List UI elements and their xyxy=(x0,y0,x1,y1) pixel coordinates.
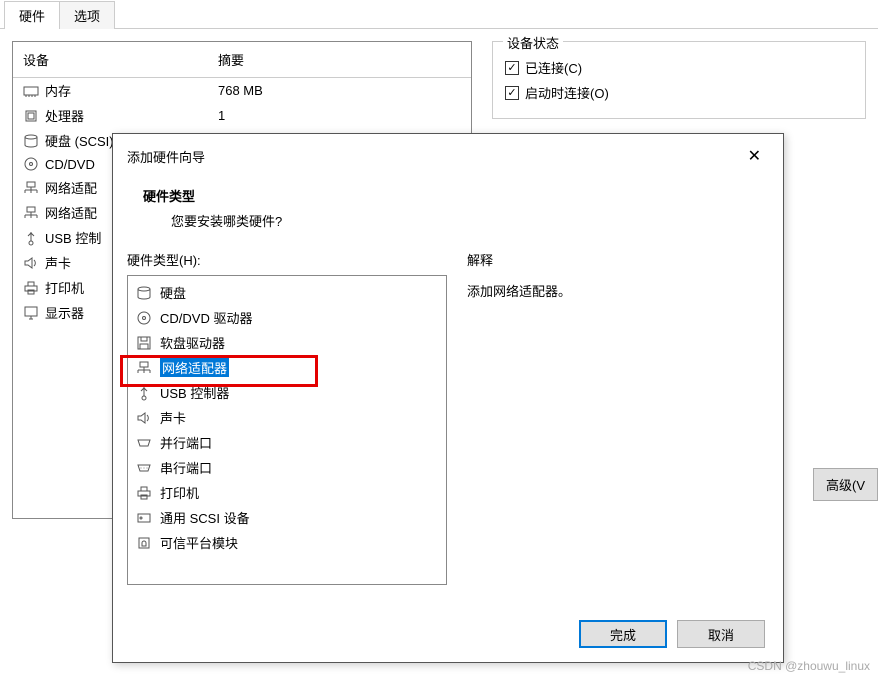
col-device-header: 设备 xyxy=(23,50,218,69)
dialog-buttons: 完成 取消 xyxy=(579,620,765,648)
disk-icon xyxy=(136,285,152,301)
dialog-title: 添加硬件向导 xyxy=(127,147,205,166)
dialog-titlebar: 添加硬件向导 ✕ xyxy=(113,134,783,172)
hw-item-label: 串行端口 xyxy=(160,458,212,477)
usb-icon xyxy=(136,385,152,401)
checkbox-icon: ✓ xyxy=(505,61,519,75)
cd-icon xyxy=(136,310,152,326)
network-icon xyxy=(136,360,152,376)
advanced-button[interactable]: 高级(V xyxy=(813,468,878,501)
tab-options[interactable]: 选项 xyxy=(59,1,115,29)
finish-button[interactable]: 完成 xyxy=(579,620,667,648)
dialog-header: 硬件类型 您要安装哪类硬件? xyxy=(113,172,783,250)
hw-item-label: 可信平台模块 xyxy=(160,533,238,552)
sound-icon xyxy=(23,255,39,271)
parallel-port-icon xyxy=(136,435,152,451)
cpu-icon xyxy=(23,108,39,124)
device-label: 网络适配 xyxy=(45,203,97,222)
device-label: 内存 xyxy=(45,81,71,100)
device-summary: 1 xyxy=(218,108,461,123)
device-label: 声卡 xyxy=(45,253,71,272)
device-label: 网络适配 xyxy=(45,178,97,197)
hw-item-floppy[interactable]: 软盘驱动器 xyxy=(128,330,446,355)
hardware-type-column: 硬件类型(H): 硬盘 CD/DVD 驱动器 软盘驱动器 网络适配器 USB 控… xyxy=(127,250,447,585)
col-summary-header: 摘要 xyxy=(218,50,461,69)
hw-item-disk[interactable]: 硬盘 xyxy=(128,280,446,305)
hw-item-label: CD/DVD 驱动器 xyxy=(160,308,252,327)
device-header: 设备 摘要 xyxy=(13,42,471,78)
hw-item-scsi[interactable]: 通用 SCSI 设备 xyxy=(128,505,446,530)
tab-hardware[interactable]: 硬件 xyxy=(4,1,60,29)
hw-item-label: 网络适配器 xyxy=(160,358,229,377)
hw-item-cd[interactable]: CD/DVD 驱动器 xyxy=(128,305,446,330)
dialog-body: 硬件类型(H): 硬盘 CD/DVD 驱动器 软盘驱动器 网络适配器 USB 控… xyxy=(113,250,783,585)
device-label: 显示器 xyxy=(45,303,84,322)
device-label: 打印机 xyxy=(45,278,84,297)
add-hardware-wizard-dialog: 添加硬件向导 ✕ 硬件类型 您要安装哪类硬件? 硬件类型(H): 硬盘 CD/D… xyxy=(112,133,784,663)
hw-item-label: 软盘驱动器 xyxy=(160,333,225,352)
checkbox-label: 已连接(C) xyxy=(525,58,582,77)
hw-item-parallel[interactable]: 并行端口 xyxy=(128,430,446,455)
tabs-bar: 硬件 选项 xyxy=(0,0,878,29)
device-label: CD/DVD xyxy=(45,157,95,172)
device-summary: 768 MB xyxy=(218,83,461,98)
hw-item-tpm[interactable]: 可信平台模块 xyxy=(128,530,446,555)
hw-item-network[interactable]: 网络适配器 xyxy=(128,355,446,380)
network-icon xyxy=(23,180,39,196)
device-row[interactable]: 内存 768 MB xyxy=(13,78,471,103)
checkbox-label: 启动时连接(O) xyxy=(525,83,609,102)
device-label: USB 控制 xyxy=(45,228,101,247)
device-label: 硬盘 (SCSI) xyxy=(45,131,114,150)
device-label: 处理器 xyxy=(45,106,84,125)
display-icon xyxy=(23,305,39,321)
explanation-text: 添加网络适配器。 xyxy=(467,281,769,300)
cancel-button[interactable]: 取消 xyxy=(677,620,765,648)
explanation-column: 解释 添加网络适配器。 xyxy=(467,250,769,585)
connected-checkbox-row[interactable]: ✓ 已连接(C) xyxy=(505,58,853,77)
usb-icon xyxy=(23,230,39,246)
cd-icon xyxy=(23,156,39,172)
hw-item-label: 并行端口 xyxy=(160,433,212,452)
hardware-type-list[interactable]: 硬盘 CD/DVD 驱动器 软盘驱动器 网络适配器 USB 控制器 声卡 并行端… xyxy=(127,275,447,585)
printer-icon xyxy=(136,485,152,501)
tpm-icon xyxy=(136,535,152,551)
memory-icon xyxy=(23,83,39,99)
sound-icon xyxy=(136,410,152,426)
hw-item-label: 通用 SCSI 设备 xyxy=(160,508,250,527)
device-row[interactable]: 处理器 1 xyxy=(13,103,471,128)
explanation-label: 解释 xyxy=(467,250,769,269)
hw-item-usb[interactable]: USB 控制器 xyxy=(128,380,446,405)
hw-item-label: 声卡 xyxy=(160,408,186,427)
close-icon[interactable]: ✕ xyxy=(740,144,769,168)
hw-item-label: 打印机 xyxy=(160,483,199,502)
watermark: CSDN @zhouwu_linux xyxy=(748,659,870,673)
printer-icon xyxy=(23,280,39,296)
checkbox-icon: ✓ xyxy=(505,86,519,100)
dialog-heading: 硬件类型 xyxy=(143,186,753,205)
hw-item-sound[interactable]: 声卡 xyxy=(128,405,446,430)
network-icon xyxy=(23,205,39,221)
disk-icon xyxy=(23,133,39,149)
connect-on-start-checkbox-row[interactable]: ✓ 启动时连接(O) xyxy=(505,83,853,102)
hw-item-label: USB 控制器 xyxy=(160,383,229,402)
dialog-subheading: 您要安装哪类硬件? xyxy=(171,211,753,230)
scsi-icon xyxy=(136,510,152,526)
group-title: 设备状态 xyxy=(503,33,563,52)
floppy-icon xyxy=(136,335,152,351)
device-status-group: 设备状态 ✓ 已连接(C) ✓ 启动时连接(O) xyxy=(492,41,866,119)
serial-port-icon xyxy=(136,460,152,476)
hardware-list-label: 硬件类型(H): xyxy=(127,250,447,269)
hw-item-printer[interactable]: 打印机 xyxy=(128,480,446,505)
hw-item-serial[interactable]: 串行端口 xyxy=(128,455,446,480)
hw-item-label: 硬盘 xyxy=(160,283,186,302)
